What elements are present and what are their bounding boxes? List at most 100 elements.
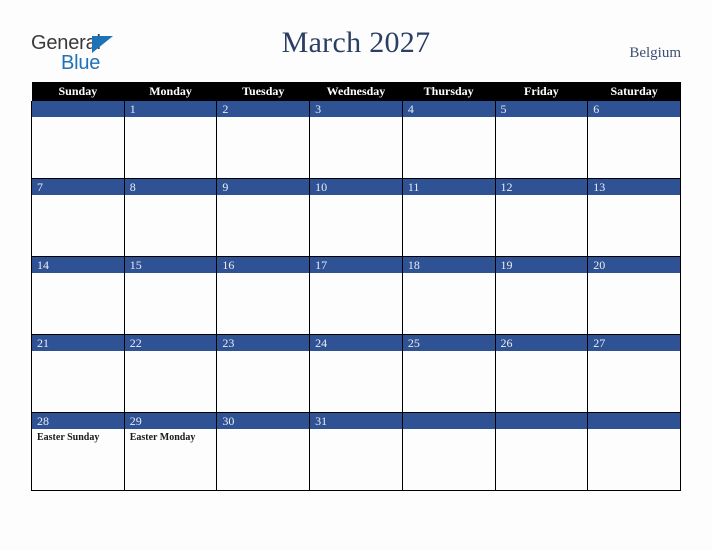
day-events	[32, 351, 124, 354]
calendar-day-cell[interactable]: 26	[494, 334, 589, 413]
calendar-day-cell[interactable]: 7	[31, 178, 125, 257]
weekday-header-row: Sunday Monday Tuesday Wednesday Thursday Frid…	[31, 82, 681, 101]
calendar-day-cell[interactable]: 16	[216, 256, 311, 335]
day-cell-inner: 23	[217, 335, 310, 412]
day-cell-inner: 14	[32, 257, 124, 334]
calendar-day-cell[interactable]: 5	[494, 101, 589, 179]
weekday-header-saturday: Saturday	[587, 82, 681, 101]
calendar-day-cell[interactable]: 15	[123, 256, 218, 335]
day-number: 2	[217, 101, 310, 117]
calendar-empty-cell[interactable]	[401, 412, 496, 491]
calendar-day-cell[interactable]: 25	[401, 334, 496, 413]
calendar-empty-cell[interactable]	[31, 101, 125, 179]
day-number: 17	[310, 257, 402, 273]
day-events	[403, 117, 495, 120]
day-events	[588, 273, 680, 276]
day-events	[217, 117, 309, 120]
day-cell-inner: 1	[124, 101, 217, 178]
day-number: 7	[32, 179, 124, 195]
day-number: 25	[402, 335, 495, 351]
day-number: 5	[495, 101, 588, 117]
calendar-week-row: 21 22 23 24 25 26 27	[31, 334, 681, 413]
day-number: 28	[32, 413, 124, 429]
day-cell-inner: 12	[495, 179, 588, 256]
calendar-grid: Sunday Monday Tuesday Wednesday Thursday Frid…	[31, 82, 681, 491]
holiday-label: Easter Sunday	[37, 432, 100, 443]
day-cell-inner: 27	[588, 335, 680, 412]
day-events: Easter Monday	[125, 429, 217, 444]
calendar-day-cell[interactable]: 19	[494, 256, 589, 335]
calendar-day-cell[interactable]: 6	[587, 101, 681, 179]
calendar-day-cell[interactable]: 9	[216, 178, 311, 257]
calendar-day-cell[interactable]: 10	[309, 178, 403, 257]
day-cell-inner: 24	[310, 335, 402, 412]
day-cell-inner	[402, 413, 495, 490]
calendar-day-cell[interactable]: 21	[31, 334, 125, 413]
day-number: 26	[495, 335, 588, 351]
calendar-day-cell[interactable]: 3	[309, 101, 403, 179]
day-cell-inner: 18	[402, 257, 495, 334]
calendar-day-cell[interactable]: 17	[309, 256, 403, 335]
day-events	[403, 195, 495, 198]
calendar-day-cell[interactable]: 13	[587, 178, 681, 257]
day-cell-inner: 13	[588, 179, 680, 256]
day-number	[402, 413, 495, 429]
calendar-day-cell[interactable]: 18	[401, 256, 496, 335]
day-number: 21	[32, 335, 124, 351]
calendar-body: 1 2 3 4 5 6 7 8 9 10 11 12 13 14 15 16 17 18 19 20 21 22 23 24 2…	[31, 101, 681, 491]
day-events	[310, 273, 402, 276]
calendar-weekday-header: Sunday Monday Tuesday Wednesday Thursday Frid…	[31, 82, 681, 101]
day-events	[310, 351, 402, 354]
calendar-day-cell[interactable]: 24	[309, 334, 403, 413]
calendar-day-cell[interactable]: 23	[216, 334, 311, 413]
calendar-day-cell[interactable]: 30	[216, 412, 311, 491]
calendar-day-cell[interactable]: 22	[123, 334, 218, 413]
calendar-day-cell[interactable]: 28 Easter Sunday	[31, 412, 125, 491]
calendar-week-row: 28 Easter Sunday 29 Easter Monday 30 31	[31, 412, 681, 491]
calendar-week-row: 7 8 9 10 11 12 13	[31, 178, 681, 257]
calendar-day-cell[interactable]: 8	[123, 178, 218, 257]
calendar-day-cell[interactable]: 11	[401, 178, 496, 257]
day-events	[310, 195, 402, 198]
calendar-day-cell[interactable]: 4	[401, 101, 496, 179]
calendar-day-cell[interactable]: 12	[494, 178, 589, 257]
day-events	[496, 273, 588, 276]
page-title: March 2027	[281, 26, 431, 59]
day-number: 31	[310, 413, 402, 429]
day-cell-inner: 2	[217, 101, 310, 178]
day-cell-inner: 22	[124, 335, 217, 412]
calendar-week-row: 123456	[31, 101, 681, 179]
calendar-day-cell[interactable]: 29 Easter Monday	[123, 412, 218, 491]
calendar-empty-cell[interactable]	[494, 412, 589, 491]
day-cell-inner: 6	[588, 101, 680, 178]
day-events	[496, 195, 588, 198]
day-events	[32, 195, 124, 198]
calendar-day-cell[interactable]: 27	[587, 334, 681, 413]
calendar-empty-cell[interactable]	[587, 412, 681, 491]
day-number: 8	[124, 179, 217, 195]
day-number: 11	[402, 179, 495, 195]
day-number: 15	[124, 257, 217, 273]
day-number: 3	[310, 101, 402, 117]
day-cell-inner: 11	[402, 179, 495, 256]
day-events	[32, 117, 124, 120]
weekday-header-tuesday: Tuesday	[216, 82, 310, 101]
calendar-day-cell[interactable]: 31	[309, 412, 403, 491]
day-events	[496, 351, 588, 354]
day-events	[217, 273, 309, 276]
day-cell-inner: 3	[310, 101, 402, 178]
day-number: 1	[124, 101, 217, 117]
day-number: 10	[310, 179, 402, 195]
calendar-day-cell[interactable]: 2	[216, 101, 311, 179]
day-events	[217, 429, 309, 432]
day-cell-inner	[32, 101, 124, 178]
day-number: 24	[310, 335, 402, 351]
calendar-day-cell[interactable]: 20	[587, 256, 681, 335]
day-number: 20	[588, 257, 680, 273]
calendar-day-cell[interactable]: 14	[31, 256, 125, 335]
day-cell-inner: 29 Easter Monday	[124, 413, 217, 490]
weekday-header-wednesday: Wednesday	[309, 82, 403, 101]
day-cell-inner: 7	[32, 179, 124, 256]
calendar-day-cell[interactable]: 1	[123, 101, 218, 179]
day-events	[310, 429, 402, 432]
